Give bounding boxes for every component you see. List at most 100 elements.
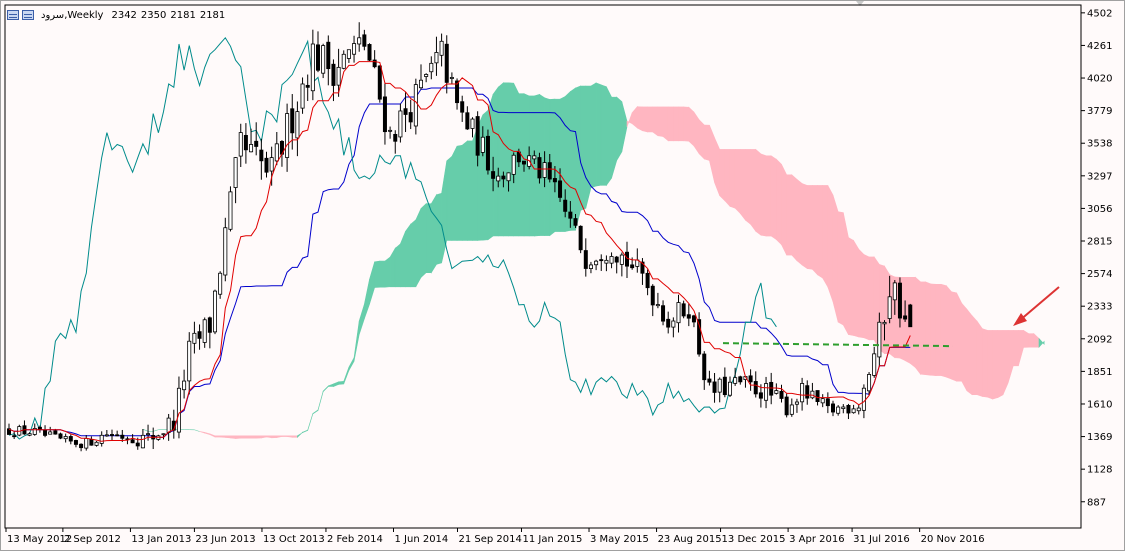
kumo-bull-segment [411,220,416,287]
y-tick-label: 3056 [1087,204,1112,215]
candle-body-down [692,316,695,322]
candle-body-down [625,252,628,266]
kumo-bear-segment [205,432,210,434]
x-tick-label: 2 Sep 2012 [64,534,121,545]
kumo-bear-segment [864,254,869,339]
candle-body-down [116,435,119,436]
candle [461,96,464,122]
candle-body-up [203,320,206,343]
price-chart[interactable]: 4502426140203779353832973056281525742333… [1,1,1125,552]
candle-body-down [785,397,788,415]
kumo-bull-segment [617,97,622,160]
x-tick-label: 11 Jan 2015 [522,534,582,545]
candle [270,147,273,186]
candle [837,405,840,416]
candle [146,425,149,441]
kumo-bull-segment [313,410,318,414]
kumo-bear-segment [828,185,833,301]
y-tick-label: 4020 [1087,74,1112,85]
candle-body-up [801,383,804,401]
candle-body-up [347,50,350,59]
candle [785,394,788,418]
candle [80,443,83,451]
candle-body-down [306,85,309,87]
candle [208,317,211,349]
x-tick-label: 13 May 2012 [7,534,72,545]
kumo-bear-segment [838,212,843,325]
candle [193,322,196,354]
candle-body-down [265,158,268,172]
candle [100,431,103,446]
candle-body-down [538,158,541,178]
candle [110,430,113,441]
candle [440,34,443,67]
candle-body-down [898,283,901,318]
kumo-bear-segment [921,282,926,375]
candle-body-up [219,273,222,294]
candle [842,404,845,413]
candle-body-up [775,391,778,394]
chart-header: سرود,Weekly 2342 2350 2181 2181 [7,8,225,22]
kumo-bear-segment [962,303,967,390]
candle-body-up [49,432,52,434]
plot-frame [5,5,1081,528]
y-tick-label: 4261 [1087,41,1112,52]
candle-body-down [378,66,381,99]
chart-window-icon[interactable] [22,10,34,20]
candle-body-down [316,45,319,70]
kumo-bull-segment [375,261,380,287]
candle-body-down [466,113,469,129]
candle [667,312,670,334]
candle-body-up [450,77,453,78]
candle [394,130,397,153]
candle [600,254,603,271]
candle [198,324,201,349]
candle-body-down [198,332,201,339]
candle-body-up [764,384,767,401]
kumo-bear-segment [704,125,709,160]
candle [749,369,752,391]
chart-window[interactable]: سرود,Weekly 2342 2350 2181 2181 45024261… [0,0,1125,551]
y-tick-label: 3297 [1087,171,1112,182]
candle-body-up [224,228,227,275]
kumo-bull-segment [436,193,441,264]
high-value: 2350 [141,10,166,21]
candle [708,371,711,386]
kumo-bear-segment [699,120,704,159]
candle [219,271,222,299]
candle-body-down [615,257,618,262]
x-tick-label: 2 Feb 2014 [327,534,383,545]
candle-body-up [301,84,304,108]
open-value: 2342 [111,10,136,21]
kumo-bull-segment [431,195,436,273]
window-icon[interactable] [7,10,19,20]
candle-body-up [389,130,392,131]
candle-body-up [322,46,325,74]
candle-body-down [136,443,139,446]
candle-body-up [533,156,536,159]
kumo-bear-segment [807,185,812,269]
candle-body-up [286,114,289,158]
candle-body-down [739,377,742,382]
kumo-bear-segment [256,436,261,438]
candle-body-up [352,44,355,55]
candle [780,385,783,403]
x-tick-label: 1 Jun 2014 [394,534,448,545]
kumo-bear-segment [684,107,689,141]
candle [306,75,309,101]
kumo-bear-segment [931,284,936,376]
candle [425,73,428,82]
kumo-bull-segment [400,231,405,287]
candle [486,130,489,175]
candle [610,252,613,268]
kumo-bull-segment [426,204,431,273]
x-tick-label: 13 Jan 2013 [131,534,191,545]
kumo-bear-segment [653,107,658,136]
y-tick-label: 887 [1087,497,1106,508]
candle [795,399,798,413]
kumo-bear-segment [993,330,998,399]
kumo-bear-segment [627,113,632,127]
candle-body-up [435,52,438,62]
kumo-bull-segment [328,384,333,387]
candle-body-up [605,260,608,263]
